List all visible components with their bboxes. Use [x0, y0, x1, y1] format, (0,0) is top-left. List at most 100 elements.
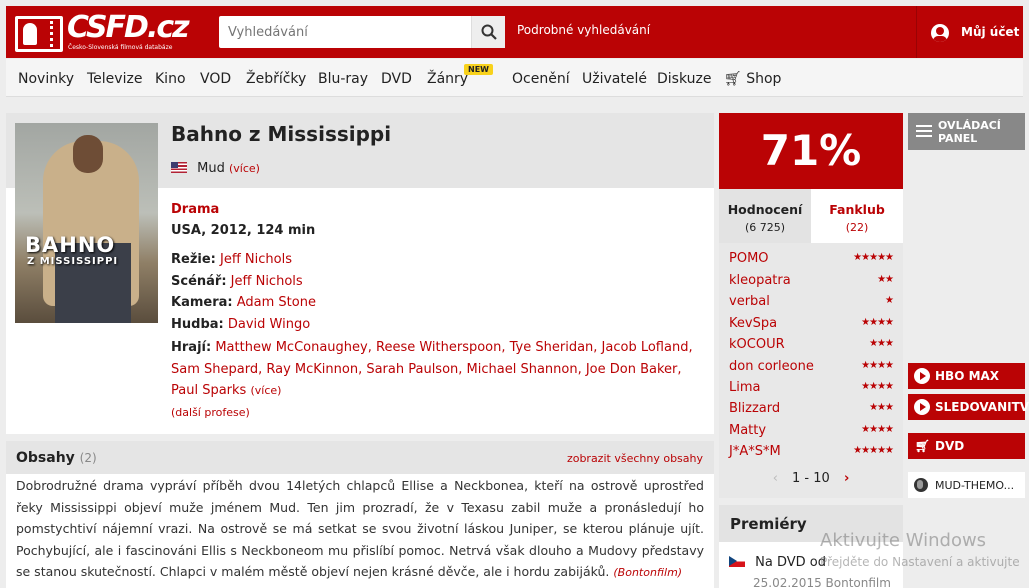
film-detail: BAHNO Z MISSISSIPPI Bahno z Mississippi …	[6, 113, 714, 434]
account-label: Můj účet	[961, 25, 1020, 39]
menu-icon	[916, 125, 932, 137]
music-label: Hudba:	[171, 317, 224, 332]
star-rating: ★	[885, 295, 894, 306]
poster-title: BAHNO	[25, 233, 116, 257]
director-link[interactable]: Jeff Nichols	[220, 252, 292, 267]
nav-item-shop[interactable]: 🛒︎ Shop	[724, 71, 781, 87]
original-title: Mud (více)	[171, 161, 260, 176]
other-professions-link[interactable]: (další profese)	[171, 406, 250, 419]
plot-title-text: Obsahy	[16, 450, 75, 466]
screenplay-label: Scénář:	[171, 274, 227, 289]
play-icon	[914, 399, 930, 415]
original-title-text: Mud	[197, 161, 225, 176]
tab-ratings[interactable]: Hodnocení (6 725)	[719, 189, 811, 243]
hbo-max-button[interactable]: HBO MAX	[908, 363, 1025, 389]
screenplay-link[interactable]: Jeff Nichols	[231, 274, 303, 289]
premieres-title: Premiéry	[730, 515, 807, 533]
user-icon	[931, 24, 949, 42]
film-strip-icon	[15, 16, 63, 52]
user-name[interactable]: POMO	[729, 251, 769, 266]
show-all-plots-link[interactable]: zobrazit všechny obsahy	[567, 452, 703, 465]
user-rating-row[interactable]: kOCOUR ★★★	[729, 334, 894, 355]
star-rating: ★★	[877, 274, 894, 285]
nav-item-zanry[interactable]: Žánry NEW	[427, 64, 493, 87]
film-poster[interactable]: BAHNO Z MISSISSIPPI	[15, 123, 158, 323]
user-name[interactable]: kleopatra	[729, 273, 791, 288]
music-link[interactable]: David Wingo	[228, 317, 310, 332]
plot-text: Dobrodružné drama vypráví příběh dvou 14…	[16, 475, 704, 584]
user-rating-row[interactable]: verbal ★	[729, 291, 894, 312]
plot-count: (2)	[79, 451, 97, 465]
user-name[interactable]: J*A*S*M	[729, 444, 781, 459]
user-name[interactable]: KevSpa	[729, 316, 777, 331]
nav-item-zanry-label: Žánry	[427, 71, 469, 87]
nav-item-kino[interactable]: Kino	[155, 71, 186, 87]
user-rating-row[interactable]: POMO ★★★★★	[729, 248, 894, 269]
next-page-icon[interactable]: ›	[844, 471, 849, 486]
nav-item-novinky[interactable]: Novinky	[18, 71, 74, 87]
user-rating-row[interactable]: don corleone ★★★★	[729, 356, 894, 377]
official-site-link[interactable]: MUD-THEMO...	[908, 472, 1025, 498]
control-panel-button[interactable]: OVLÁDACÍ PANEL	[908, 113, 1025, 150]
user-name[interactable]: Lima	[729, 380, 760, 395]
search-icon	[481, 24, 497, 40]
star-rating: ★★★★	[861, 381, 894, 392]
user-name[interactable]: Matty	[729, 423, 766, 438]
dvd-label: DVD	[935, 439, 965, 453]
user-name[interactable]: Blizzard	[729, 401, 780, 416]
screenplay-row: Scénář: Jeff Nichols	[171, 274, 303, 289]
user-rating-row[interactable]: kleopatra ★★	[729, 270, 894, 291]
nav-item-zebricky[interactable]: Žebříčky	[246, 71, 306, 87]
film-title: Bahno z Mississippi	[171, 122, 392, 146]
premiere-label: Na DVD od	[755, 555, 826, 570]
tab-ratings-label: Hodnocení	[727, 202, 803, 217]
plot-title: Obsahy (2)	[16, 450, 97, 466]
user-name[interactable]: verbal	[729, 294, 770, 309]
user-rating-row[interactable]: Blizzard ★★★	[729, 398, 894, 419]
star-rating: ★★★★★	[853, 252, 894, 263]
user-rating-row[interactable]: Matty ★★★★	[729, 420, 894, 441]
cart-icon: 🛒︎	[915, 439, 931, 453]
play-icon	[914, 368, 930, 384]
nav-item-vod[interactable]: VOD	[200, 71, 231, 87]
star-rating: ★★★	[869, 402, 894, 413]
more-titles-link[interactable]: (více)	[229, 162, 260, 175]
user-name[interactable]: don corleone	[729, 359, 814, 374]
search-button[interactable]	[471, 16, 505, 48]
tab-fanclub[interactable]: Fanklub (22)	[811, 189, 903, 243]
nav-item-bluray[interactable]: Blu-ray	[318, 71, 368, 87]
user-rating-row[interactable]: J*A*S*M ★★★★★	[729, 441, 894, 462]
user-name[interactable]: kOCOUR	[729, 337, 785, 352]
sledovanitv-button[interactable]: SLEDOVANITV	[908, 394, 1029, 420]
new-badge: NEW	[464, 64, 493, 75]
sledovanitv-label: SLEDOVANITV	[935, 400, 1029, 414]
premiere-row: Na DVD od	[729, 555, 826, 570]
nav-item-televize[interactable]: Televize	[87, 71, 142, 87]
account-button[interactable]: Můj účet	[916, 6, 1023, 58]
star-rating: ★★★	[869, 338, 894, 349]
csfd-logo[interactable]: CSFD.cz Česko-Slovenská filmová databáze	[15, 10, 190, 54]
film-origin: USA, 2012, 124 min	[171, 223, 316, 238]
user-rating-row[interactable]: Lima ★★★★	[729, 377, 894, 398]
globe-icon	[914, 478, 928, 492]
search-input[interactable]	[219, 16, 469, 48]
poster-figure-head	[73, 135, 103, 173]
windows-activation-hint: Přejděte do Nastavení a aktivujte	[820, 555, 1020, 569]
user-rating-row[interactable]: KevSpa ★★★★	[729, 313, 894, 334]
control-panel-label: OVLÁDACÍ PANEL	[938, 119, 1001, 145]
prev-page-icon[interactable]: ‹	[773, 471, 778, 486]
plot-source-link[interactable]: (Bontonfilm)	[613, 566, 682, 579]
user-ratings-list: POMO ★★★★★ kleopatra ★★ verbal ★ KevSpa ★★★★…	[719, 243, 903, 498]
nav-item-diskuze[interactable]: Diskuze	[657, 71, 711, 87]
tab-ratings-count: (6 725)	[744, 221, 786, 234]
nav-item-uzivatele[interactable]: Uživatelé	[582, 71, 647, 87]
more-cast-link[interactable]: (více)	[250, 384, 281, 397]
dvd-shop-button[interactable]: 🛒︎ DVD	[908, 433, 1025, 459]
hbo-max-label: HBO MAX	[935, 369, 1000, 383]
nav-item-dvd[interactable]: DVD	[381, 71, 412, 87]
nav-item-oceneni[interactable]: Ocenění	[512, 71, 570, 87]
rating-tabs: Hodnocení (6 725) Fanklub (22)	[719, 189, 903, 243]
windows-activation-watermark: Aktivujte Windows	[820, 530, 987, 551]
advanced-search-link[interactable]: Podrobné vyhledávání	[517, 23, 650, 37]
camera-link[interactable]: Adam Stone	[237, 295, 316, 310]
